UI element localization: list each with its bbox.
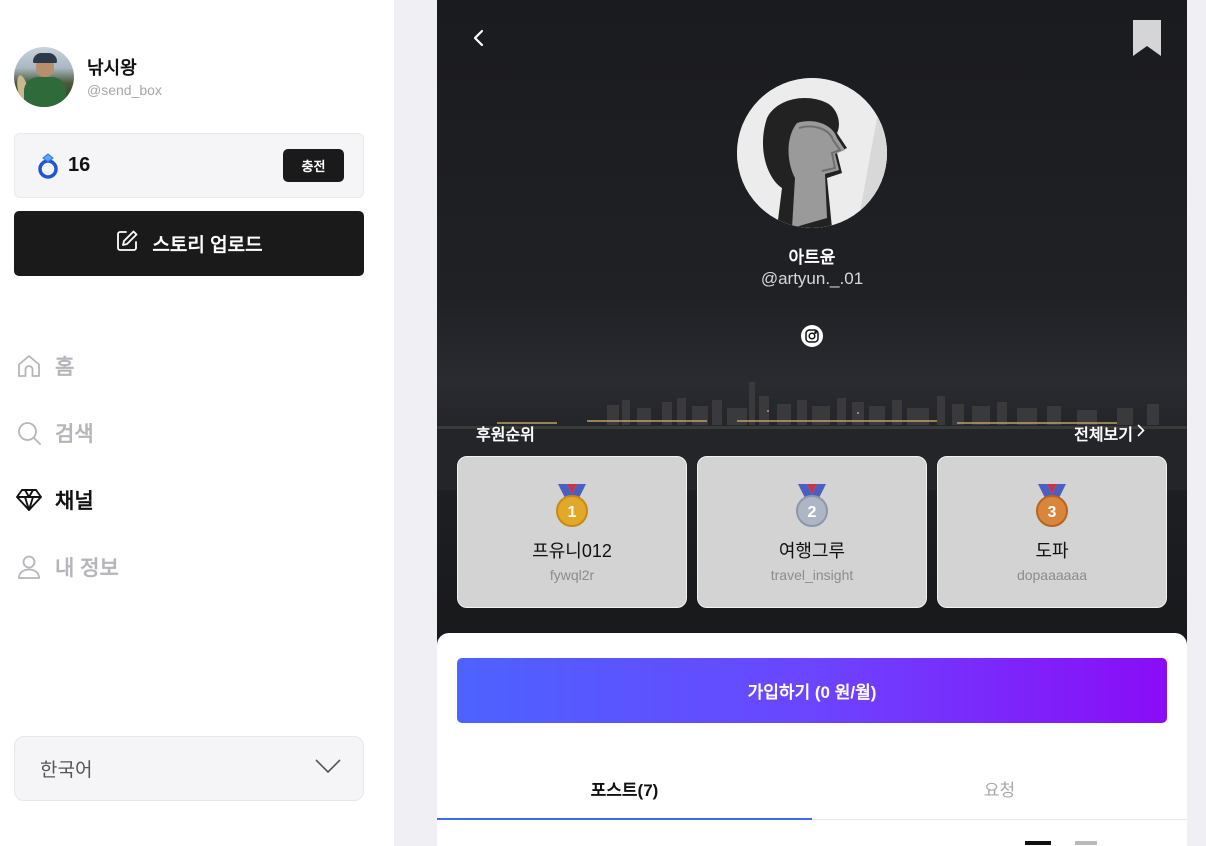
channel-avatar — [737, 78, 887, 228]
ranking-id: dopaaaaaa — [1016, 567, 1088, 583]
balance-value: 16 — [68, 154, 91, 176]
grid-view-icon[interactable] — [1075, 841, 1097, 845]
ranking-id: travel_insight — [770, 567, 854, 583]
content-tabs: 포스트(7) 요청 — [437, 758, 1187, 820]
back-icon[interactable] — [467, 26, 491, 50]
svg-text:3: 3 — [1048, 504, 1057, 521]
see-all-label: 전체보기 — [1074, 427, 1133, 444]
svg-text:1: 1 — [568, 504, 577, 521]
avatar[interactable] — [14, 47, 74, 107]
svg-text:2: 2 — [808, 504, 817, 521]
tab-posts[interactable]: 포스트(7) — [437, 758, 812, 820]
language-value: 한국어 — [40, 760, 93, 781]
nav-my-info-label: 내 정보 — [55, 556, 119, 580]
edit-icon — [115, 229, 139, 258]
user-icon — [14, 552, 44, 582]
ranking-card[interactable]: 1 프유니012 fywql2r — [457, 456, 687, 608]
gold-medal-icon: 1 — [555, 484, 589, 528]
channel-handle: @artyun._.01 — [760, 269, 864, 288]
channel-name: 아트윤 — [788, 248, 836, 267]
chevron-right-icon — [1133, 424, 1145, 442]
language-select[interactable]: 한국어 — [14, 736, 364, 801]
search-icon — [14, 418, 44, 448]
tab-requests[interactable]: 요청 — [812, 758, 1187, 819]
balance-box: 16 충전 — [14, 133, 364, 198]
silver-medal-icon: 2 — [795, 484, 829, 528]
nav-my-info[interactable]: 내 정보 — [14, 533, 119, 600]
ranking-id: fywql2r — [549, 567, 595, 583]
see-all-link[interactable]: 전체보기 — [1074, 421, 1145, 445]
ranking-name: 여행그루 — [778, 541, 846, 561]
channel-page: 아트윤 @artyun._.01 후원순위 전체보기 1 프유니012 fywq… — [437, 0, 1187, 846]
ranking-card[interactable]: 3 도파 dopaaaaaa — [937, 456, 1167, 608]
content-gutter-right — [1187, 0, 1206, 846]
join-button[interactable]: 가입하기 (0 원/월) — [457, 658, 1167, 723]
instagram-icon[interactable] — [801, 325, 823, 347]
bookmark-icon[interactable] — [1133, 20, 1161, 56]
nav-home-label: 홈 — [55, 355, 75, 379]
nav-channel[interactable]: 채널 — [14, 466, 119, 533]
ring-icon — [37, 152, 59, 180]
list-view-icon[interactable] — [1025, 841, 1051, 845]
ranking-list: 1 프유니012 fywql2r 2 여행그루 travel_insight 3… — [457, 456, 1167, 608]
charge-button[interactable]: 충전 — [283, 149, 344, 182]
user-profile[interactable]: 낚시왕 @send_box — [14, 47, 162, 107]
story-upload-label: 스토리 업로드 — [152, 235, 263, 256]
story-upload-button[interactable]: 스토리 업로드 — [14, 211, 364, 276]
channel-content-sheet: 가입하기 (0 원/월) 포스트(7) 요청 — [437, 633, 1187, 846]
ranking-name: 프유니012 — [532, 541, 612, 561]
chevron-down-icon — [315, 759, 341, 778]
home-icon — [14, 351, 44, 381]
nav-search-label: 검색 — [55, 422, 94, 446]
diamond-icon — [14, 485, 44, 515]
view-toggle — [1025, 841, 1121, 845]
nav-search[interactable]: 검색 — [14, 399, 119, 466]
ranking-card[interactable]: 2 여행그루 travel_insight — [697, 456, 927, 608]
nav-home[interactable]: 홈 — [14, 332, 119, 399]
channel-hero: 아트윤 @artyun._.01 후원순위 전체보기 1 프유니012 fywq… — [437, 0, 1187, 660]
nav-channel-label: 채널 — [55, 489, 94, 513]
user-name: 낚시왕 — [87, 57, 137, 78]
ranking-name: 도파 — [1035, 541, 1069, 561]
sidebar-nav: 홈 검색 채널 내 정보 — [14, 332, 119, 600]
ranking-title: 후원순위 — [476, 427, 535, 444]
user-handle: @send_box — [87, 81, 162, 98]
sidebar: 낚시왕 @send_box 16 충전 스토리 업로드 홈 검색 채널 내 정보… — [0, 0, 394, 846]
bronze-medal-icon: 3 — [1035, 484, 1069, 528]
content-gutter-left — [394, 0, 437, 846]
